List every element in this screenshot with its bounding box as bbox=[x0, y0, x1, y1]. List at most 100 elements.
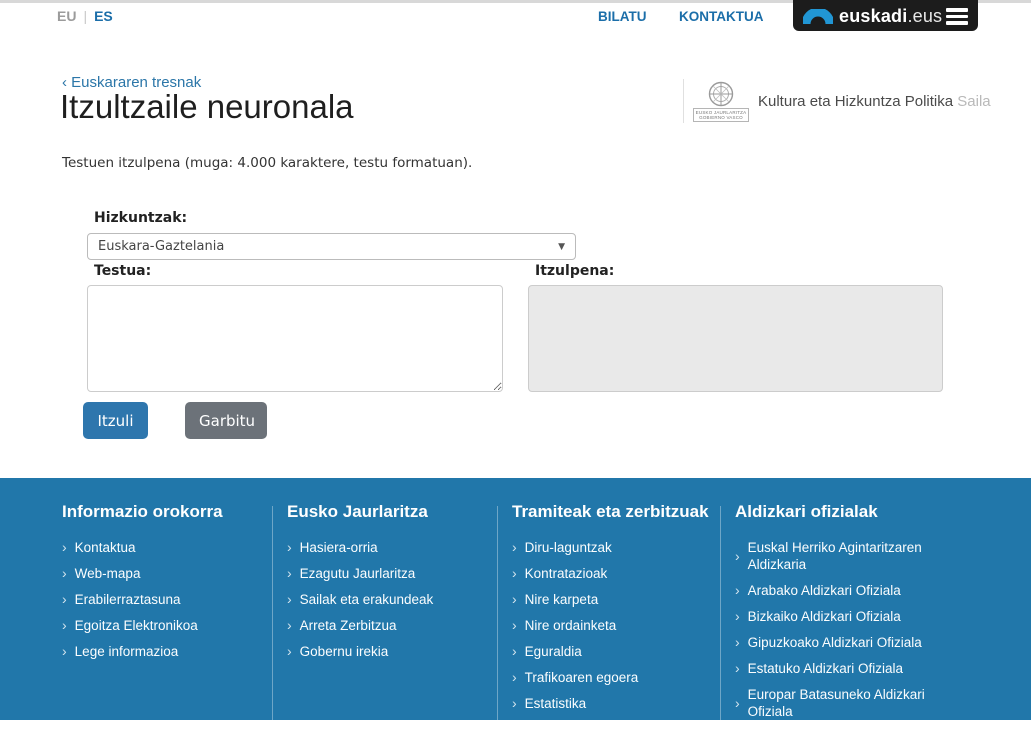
emblem-caption: EUSKO JAURLARITZA GOBIERNO VASCO bbox=[693, 108, 750, 122]
footer-link[interactable]: › Sailak eta erakundeak bbox=[287, 591, 487, 608]
footer-column: Tramiteak eta zerbitzuak›Diru-laguntzak›… bbox=[512, 502, 712, 721]
source-textarea[interactable] bbox=[87, 285, 503, 392]
footer-link-label[interactable]: Egoitza Elektronikoa bbox=[75, 617, 198, 634]
footer-link[interactable]: › Egoitza Elektronikoa bbox=[62, 617, 262, 634]
footer-column-title: Tramiteak eta zerbitzuak bbox=[512, 502, 712, 522]
footer-link-label[interactable]: Nire karpeta bbox=[525, 591, 599, 608]
footer-link[interactable]: › Trafikoaren egoera bbox=[512, 669, 712, 686]
footer-link[interactable]: › Hasiera-orria bbox=[287, 539, 487, 556]
footer-divider bbox=[272, 506, 273, 720]
footer-link[interactable]: › Gipuzkoako Aldizkari Ofiziala bbox=[735, 634, 925, 651]
footer-link-label[interactable]: Erabilerraztasuna bbox=[75, 591, 181, 608]
clear-button[interactable]: Garbitu bbox=[185, 402, 267, 439]
lang-option-es[interactable]: ES bbox=[94, 8, 113, 24]
target-text-label: Itzulpena: bbox=[535, 263, 614, 279]
footer-link[interactable]: › Kontratazioak bbox=[512, 565, 712, 582]
chevron-right-icon: › bbox=[512, 565, 517, 582]
footer-link[interactable]: › Gobernu irekia bbox=[287, 643, 487, 660]
footer-link-label[interactable]: Diru-laguntzak bbox=[525, 539, 612, 556]
footer-divider bbox=[720, 506, 721, 720]
footer-link-label[interactable]: Kontaktua bbox=[75, 539, 136, 556]
hamburger-menu-icon[interactable] bbox=[946, 8, 968, 25]
chevron-right-icon: › bbox=[62, 591, 67, 608]
footer-link[interactable]: ›Lege informazioa bbox=[62, 643, 262, 660]
page: { "top_bar": { "lang_eu": "EU", "lang_se… bbox=[0, 0, 1031, 720]
footer-column-title: Informazio orokorra bbox=[62, 502, 262, 522]
language-select[interactable]: Euskara-Gaztelania ▼ bbox=[87, 233, 576, 260]
coat-of-arms-icon bbox=[704, 81, 738, 107]
euskadi-arch-icon bbox=[803, 9, 833, 24]
footer-column: Eusko Jaurlaritza › Hasiera-orria › Ezagutu … bbox=[287, 502, 487, 669]
contact-link[interactable]: KONTAKTUA bbox=[679, 9, 764, 24]
chevron-right-icon: › bbox=[735, 660, 740, 677]
chevron-right-icon: › bbox=[512, 695, 517, 712]
footer-link[interactable]: › Estatistika bbox=[512, 695, 712, 712]
footer-link[interactable]: ›Arabako Aldizkari Ofiziala bbox=[735, 582, 925, 599]
footer-column: Informazio orokorra › Kontaktua › Web-mapa › E… bbox=[62, 502, 262, 669]
footer-link[interactable]: › Nire karpeta bbox=[512, 591, 712, 608]
footer-link[interactable]: › Arreta Zerbitzua bbox=[287, 617, 487, 634]
footer-link-label[interactable]: Eguraldia bbox=[525, 643, 582, 660]
footer-link[interactable]: › Estatuko Aldizkari Ofiziala bbox=[735, 660, 925, 677]
search-link[interactable]: BILATU bbox=[598, 9, 647, 24]
chevron-right-icon: › bbox=[287, 539, 292, 556]
footer-link[interactable]: › Ezagutu Jaurlaritza bbox=[287, 565, 487, 582]
footer-link[interactable]: › Web-mapa bbox=[62, 565, 262, 582]
footer-link-label[interactable]: Trafikoaren egoera bbox=[525, 669, 639, 686]
chevron-right-icon: › bbox=[735, 695, 740, 712]
chevron-right-icon: › bbox=[62, 565, 67, 582]
footer-link-label[interactable]: Arabako Aldizkari Ofiziala bbox=[748, 582, 901, 599]
lang-option-eu[interactable]: EU bbox=[57, 8, 76, 24]
source-text-label: Testua: bbox=[94, 263, 151, 279]
translate-button[interactable]: Itzuli bbox=[83, 402, 148, 439]
footer-link-label[interactable]: Kontratazioak bbox=[525, 565, 608, 582]
footer-link[interactable]: › Diru-laguntzak bbox=[512, 539, 712, 556]
department-name: Kultura eta Hizkuntza Politika Saila bbox=[758, 93, 991, 110]
footer-link[interactable]: ›Nire ordainketa bbox=[512, 617, 712, 634]
euskadi-logo[interactable]: euskadi.eus bbox=[793, 0, 978, 31]
footer-link-label[interactable]: Web-mapa bbox=[75, 565, 141, 582]
footer-link-label[interactable]: Estatistika bbox=[525, 695, 587, 712]
chevron-right-icon: › bbox=[735, 608, 740, 625]
footer-link-label[interactable]: Estatuko Aldizkari Ofiziala bbox=[748, 660, 903, 677]
footer-link-label[interactable]: Gipuzkoako Aldizkari Ofiziala bbox=[748, 634, 922, 651]
footer-link[interactable]: › Erabilerraztasuna bbox=[62, 591, 262, 608]
footer-column: Aldizkari ofizialak › Euskal Herriko Agint… bbox=[735, 502, 925, 729]
footer-link[interactable]: › Bizkaiko Aldizkari Ofiziala bbox=[735, 608, 925, 625]
chevron-right-icon: › bbox=[287, 617, 292, 634]
chevron-right-icon: › bbox=[735, 634, 740, 651]
footer-link-label[interactable]: Arreta Zerbitzua bbox=[300, 617, 397, 634]
language-select-value: Euskara-Gaztelania bbox=[98, 239, 224, 254]
lang-separator: | bbox=[76, 8, 94, 24]
footer-link-label[interactable]: Nire ordainketa bbox=[525, 617, 617, 634]
footer-link-label[interactable]: Hasiera-orria bbox=[300, 539, 378, 556]
chevron-right-icon: › bbox=[62, 539, 67, 556]
chevron-down-icon: ▼ bbox=[558, 242, 565, 252]
chevron-right-icon: › bbox=[735, 548, 740, 565]
chevron-right-icon: › bbox=[512, 643, 517, 660]
euskadi-logo-text: euskadi.eus bbox=[839, 6, 942, 27]
chevron-right-icon: › bbox=[287, 565, 292, 582]
chevron-right-icon: › bbox=[512, 539, 517, 556]
chevron-right-icon: › bbox=[287, 591, 292, 608]
footer-link[interactable]: › Eguraldia bbox=[512, 643, 712, 660]
footer-link[interactable]: › Euskal Herriko Agintaritzaren Aldizkari… bbox=[735, 539, 925, 573]
chevron-right-icon: › bbox=[512, 591, 517, 608]
footer-link-label[interactable]: Sailak eta erakundeak bbox=[300, 591, 434, 608]
languages-label: Hizkuntzak: bbox=[94, 210, 187, 226]
footer-link-label[interactable]: Europar Batasuneko Aldizkari Ofiziala bbox=[748, 686, 925, 720]
department-block: EUSKO JAURLARITZA GOBIERNO VASCO Kultura… bbox=[683, 79, 991, 123]
footer-column-title: Aldizkari ofizialak bbox=[735, 502, 925, 522]
footer-link-label[interactable]: Gobernu irekia bbox=[300, 643, 389, 660]
footer-column-title: Eusko Jaurlaritza bbox=[287, 502, 487, 522]
language-switcher: EU|ES bbox=[57, 8, 113, 24]
footer-link-label[interactable]: Lege informazioa bbox=[75, 643, 179, 660]
footer-link[interactable]: › Kontaktua bbox=[62, 539, 262, 556]
chevron-right-icon: › bbox=[62, 617, 67, 634]
footer-link-label[interactable]: Bizkaiko Aldizkari Ofiziala bbox=[748, 608, 901, 625]
footer-link-label[interactable]: Euskal Herriko Agintaritzaren Aldizkaria bbox=[748, 539, 925, 573]
chevron-right-icon: › bbox=[287, 643, 292, 660]
chevron-right-icon: › bbox=[512, 669, 517, 686]
footer-link[interactable]: › Europar Batasuneko Aldizkari Ofiziala bbox=[735, 686, 925, 720]
footer-link-label[interactable]: Ezagutu Jaurlaritza bbox=[300, 565, 416, 582]
